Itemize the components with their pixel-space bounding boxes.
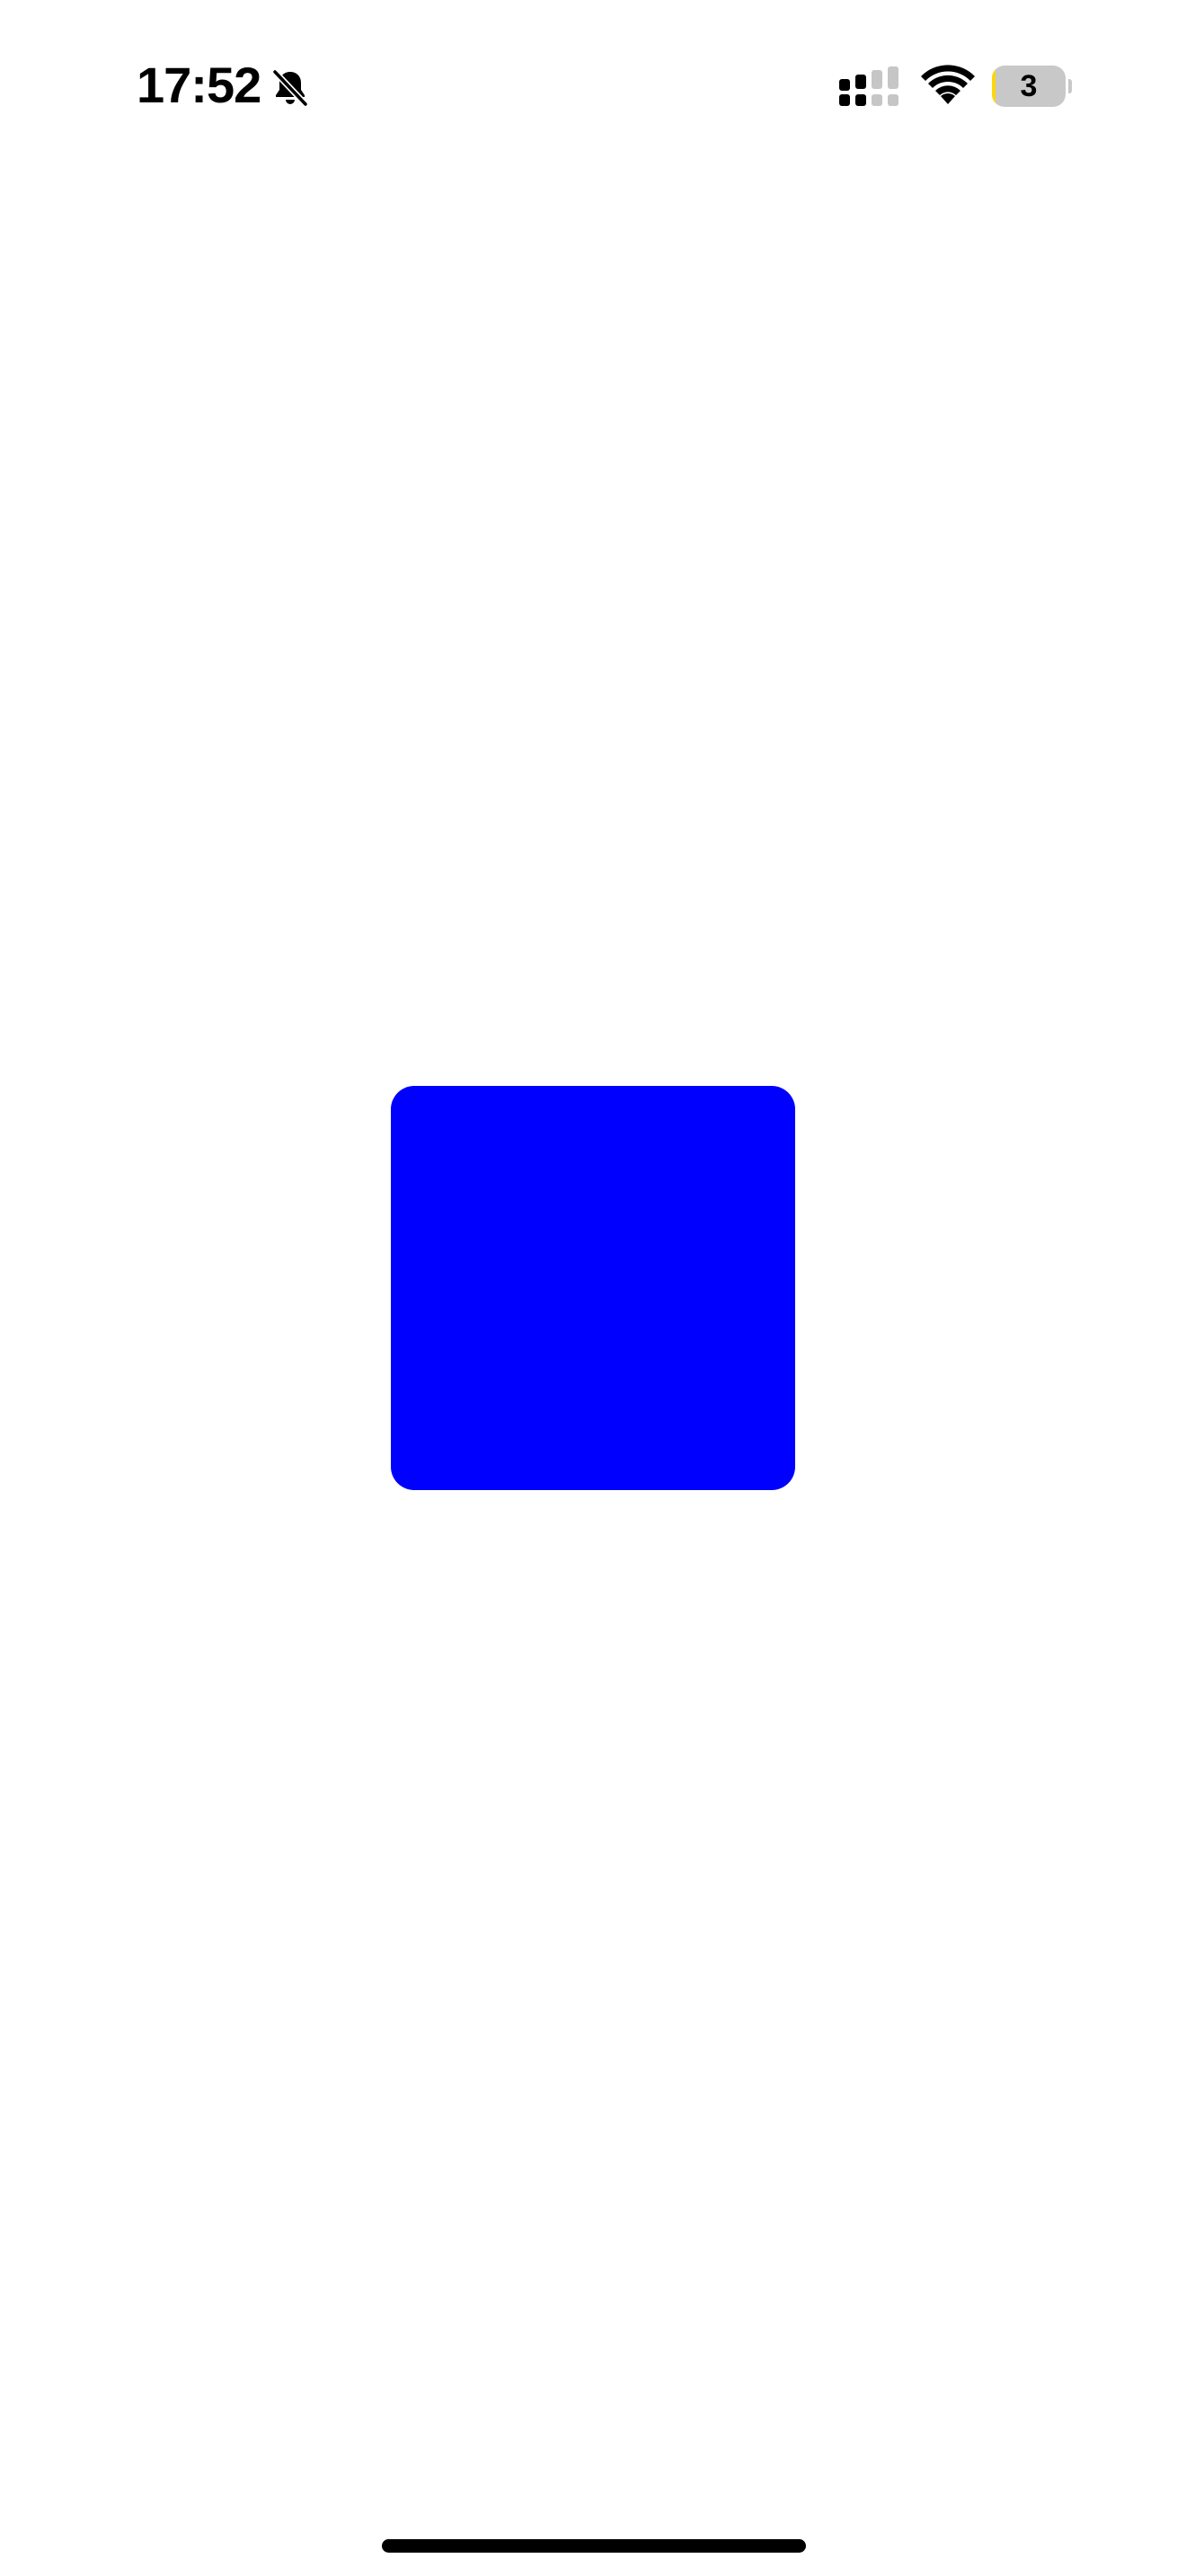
status-time: 17:52 [137,57,261,113]
status-bar: 17:52 3 [0,0,1186,171]
wifi-icon [921,65,975,104]
cellular-signal-icon [839,66,898,106]
home-indicator[interactable] [382,2539,806,2553]
bell-slash-icon [271,68,309,108]
battery-indicator: 3 [992,66,1072,107]
blue-square [391,1086,795,1490]
battery-level: 3 [1020,69,1038,103]
screen: 17:52 3 [0,0,1186,2576]
battery-cap [1068,79,1072,93]
battery-body: 3 [992,66,1066,107]
